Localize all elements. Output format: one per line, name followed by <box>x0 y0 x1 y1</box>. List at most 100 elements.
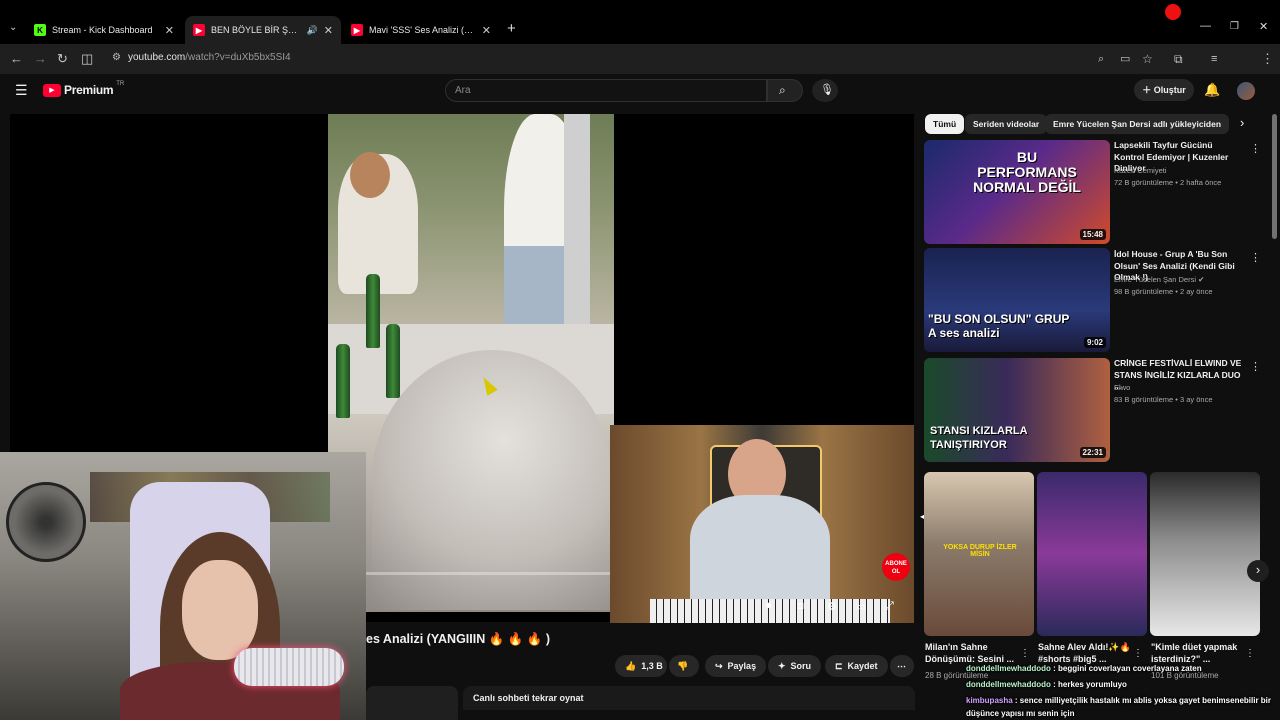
description-box[interactable] <box>366 686 458 720</box>
tab-active-video[interactable]: ▶ BEN BÖYLE BİR ŞEY DİNLEMEDİM 🔊 ✕ <box>185 16 341 44</box>
chip-series[interactable]: Seriden videolar <box>965 114 1048 134</box>
close-tab-icon[interactable]: ✕ <box>324 24 333 37</box>
fullscreen-icon[interactable]: ⤢ <box>885 600 894 613</box>
close-window-icon[interactable]: ✕ <box>1259 20 1268 33</box>
coach-hoodie <box>690 495 830 605</box>
subtitles-icon[interactable]: ⧈ <box>797 600 804 613</box>
voice-search-button[interactable]: 🎙 <box>812 79 838 102</box>
recommendation-channel[interactable]: Kuzen Cemiyeti <box>1114 166 1167 175</box>
recommendation-thumbnail[interactable]: BU PERFORMANS NORMAL DEĞİL 15:48 <box>924 140 1110 244</box>
share-icon: ↪ <box>715 661 723 671</box>
recommendation-thumbnail[interactable]: "BU SON OLSUN" GRUP A ses analizi 9:02 <box>924 248 1110 352</box>
reload-icon[interactable]: ↻ <box>57 51 68 67</box>
bottle <box>386 324 400 398</box>
logo-text: Premium <box>64 83 114 97</box>
recommendation-meta: 83 B görüntüleme • 3 ay önce <box>1114 395 1213 404</box>
short-menu-icon[interactable]: ⋮ <box>1245 648 1255 659</box>
autoplay-toggle-icon[interactable]: ⏺ <box>766 600 772 613</box>
hamburger-menu-icon[interactable]: ☰ <box>15 82 28 99</box>
search-input[interactable]: Ara <box>445 79 767 102</box>
short-title[interactable]: Milan'ın Sahne Dönüşümü: Sesini ... <box>925 641 1021 665</box>
bookmark-icon: ⊏ <box>835 661 843 671</box>
streamer-webcam <box>0 452 366 720</box>
close-tab-icon[interactable]: ✕ <box>165 24 174 37</box>
url-path: /watch?v=duXb5bx5SI4 <box>185 52 291 63</box>
progress-bar[interactable] <box>366 572 610 575</box>
tab-list-chevron-icon[interactable]: ⌄ <box>9 22 17 33</box>
plus-icon: ＋ <box>1142 85 1154 95</box>
shorts-next-button[interactable]: › <box>1247 560 1269 582</box>
recommendation-channel[interactable]: Elwo <box>1114 383 1130 392</box>
man-sunglasses-head <box>350 152 390 198</box>
like-button[interactable]: 👍 1,3 B <box>615 655 667 677</box>
chat-username: donddellmewhaddodo <box>966 680 1051 689</box>
minimize-icon[interactable]: — <box>1200 20 1211 32</box>
chip-all[interactable]: Tümü <box>925 114 965 134</box>
logo-region: TR <box>116 81 125 87</box>
youtube-icon: ▶ <box>193 24 205 36</box>
recommendation-menu-icon[interactable]: ⋮ <box>1250 251 1261 264</box>
thumbnail-text: BU PERFORMANS NORMAL DEĞİL <box>973 149 1081 195</box>
dislike-button[interactable]: 👎 <box>669 655 699 677</box>
forward-icon[interactable]: → <box>34 51 47 67</box>
address-bar[interactable]: ⚙ youtube.com/watch?v=duXb5bx5SI4 <box>108 48 1168 68</box>
miniplayer-icon[interactable]: ▭ <box>856 600 866 613</box>
more-horizontal-icon: ⋯ <box>897 661 906 671</box>
chat-text: sence milliyetçilik hastalık mı ablis yo… <box>1019 696 1272 705</box>
short-title[interactable]: Sahne Alev Aldı!✨🔥 #shorts #big5 ... <box>1038 641 1134 665</box>
ask-button[interactable]: ✦ Soru <box>768 655 822 677</box>
shorts-prev-icon[interactable]: ◂ <box>920 512 924 521</box>
page-scrollbar[interactable] <box>1272 114 1277 239</box>
share-button[interactable]: ↪ Paylaş <box>705 655 767 677</box>
tab-mavi-video[interactable]: ▶ Mavi 'SSS' Ses Analizi (YA ÖZGÜR ✕ <box>343 16 499 44</box>
back-icon[interactable]: ← <box>10 51 23 67</box>
short-title[interactable]: "Kimle düet yapmak isterdiniz?" ... <box>1151 641 1247 665</box>
recommendation-thumbnail[interactable]: STANSI KIZLARLA TANIŞTIRIYOR 22:31 <box>924 358 1110 462</box>
youtube-icon: ▶ <box>351 24 363 36</box>
sidepanel-icon[interactable]: ◫ <box>81 51 93 67</box>
thumbnail-text: STANSI KIZLARLA TANIŞTIRIYOR <box>930 425 1028 451</box>
tab-kick-dashboard[interactable]: K Stream - Kick Dashboard ✕ <box>26 16 182 44</box>
site-info-icon[interactable]: ⚙ <box>112 48 121 68</box>
bottle <box>336 344 350 418</box>
settings-gear-icon[interactable]: ⚙ <box>827 600 837 613</box>
recommendation-meta: 98 B görüntüleme • 2 ay önce <box>1114 287 1213 296</box>
sparkle-icon: ✦ <box>778 661 786 671</box>
chat-message: donddellmewhaddodo : herkes yorumluyo <box>966 680 1127 689</box>
subscribe-badge[interactable]: ABONE OL <box>882 553 910 581</box>
recommendation-meta: 72 B görüntüleme • 2 hafta önce <box>1114 178 1222 187</box>
share-label: Paylaş <box>727 661 757 671</box>
chips-next-icon[interactable]: › <box>1240 115 1244 130</box>
media-icon[interactable]: ≡ <box>1211 51 1217 67</box>
chat-text: herkes yorumluyo <box>1058 680 1127 689</box>
create-button[interactable]: ＋ Oluştur <box>1134 79 1194 101</box>
recommendation-channel[interactable]: Emre Yücelen Şan Dersi ✔ <box>1114 275 1204 284</box>
recommendation-menu-icon[interactable]: ⋮ <box>1250 142 1261 155</box>
extensions-icon[interactable]: ⧉ <box>1174 51 1183 67</box>
chat-replay-button[interactable]: Canlı sohbeti tekrar oynat <box>463 686 915 710</box>
short-menu-icon[interactable]: ⋮ <box>1020 648 1030 659</box>
speaker-icon[interactable]: 🔊 <box>307 25 318 36</box>
recommendation-title[interactable]: CRİNGE FESTİVALİ ELWIND VE STANS İNGİLİZ… <box>1114 358 1242 393</box>
video-duration: 22:31 <box>1079 447 1106 458</box>
more-actions-button[interactable]: ⋯ <box>890 655 914 677</box>
menu-kebab-icon[interactable]: ⋮ <box>1261 51 1274 67</box>
thumbs-down-icon: 👎 <box>677 661 689 671</box>
account-avatar[interactable] <box>1237 82 1255 100</box>
chat-message: kimbupasha : sence milliyetçilik hastalı… <box>966 696 1272 705</box>
youtube-logo[interactable]: ▶ Premium TR <box>43 81 125 97</box>
save-button[interactable]: ⊏ Kaydet <box>825 655 888 677</box>
video-duration: 9:02 <box>1083 337 1106 348</box>
close-tab-icon[interactable]: ✕ <box>482 24 491 37</box>
search-button[interactable]: ⌕ <box>767 79 803 102</box>
restore-icon[interactable]: ❐ <box>1230 21 1239 32</box>
notifications-bell-icon[interactable]: 🔔 <box>1204 82 1220 98</box>
recommendation-menu-icon[interactable]: ⋮ <box>1250 360 1261 373</box>
chip-uploader[interactable]: Emre Yücelen Şan Dersi adlı yükleyiciden <box>1045 114 1230 134</box>
new-tab-button[interactable]: + <box>507 20 516 37</box>
short-thumbnail[interactable] <box>1037 472 1147 636</box>
short-thumbnail[interactable] <box>1150 472 1260 636</box>
subscribe-badge-bottom: OL <box>891 569 901 575</box>
short-thumbnail[interactable]: YOKSA DURUP İZLER MİSİN <box>924 472 1034 636</box>
short-menu-icon[interactable]: ⋮ <box>1133 648 1143 659</box>
